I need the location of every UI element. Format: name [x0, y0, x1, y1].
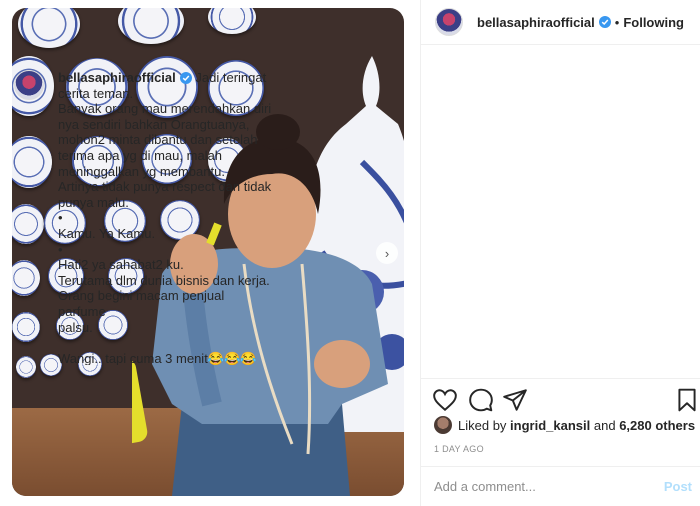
verified-icon — [179, 72, 192, 84]
likes-summary: Liked by ingrid_kansil and 6,280 others — [434, 416, 695, 434]
caption-text-line: nya sendiri bahkan Orangtuanya, — [58, 116, 250, 132]
instagram-post: › bellasaphiraofficial • Following bella… — [0, 0, 700, 506]
caption-text-line: Hati2 ya sahabat2 ku. — [58, 257, 184, 273]
avatar[interactable] — [434, 416, 452, 434]
comment-bar: Post — [420, 466, 700, 506]
comment-icon[interactable] — [468, 387, 494, 413]
caption-username[interactable]: bellasaphiraofficial — [58, 70, 176, 85]
caption-text-line: cerita teman. — [58, 85, 134, 101]
share-icon[interactable] — [502, 387, 528, 413]
header-username[interactable]: bellasaphiraofficial — [477, 15, 595, 30]
caption-text-line: meninggalkan yg membantu. — [58, 163, 225, 179]
caption: bellasaphiraofficial Jadi teringat cerit… — [14, 70, 274, 365]
caption-text-line: Kamu. Ya Kamu. — [58, 225, 156, 241]
caption-avatar[interactable] — [14, 70, 44, 100]
comment-input[interactable] — [434, 479, 664, 494]
action-bar — [420, 378, 700, 420]
caption-text-line: Terutama dlm dunia bisnis dan kerja. — [58, 272, 270, 288]
heart-icon[interactable] — [432, 387, 458, 413]
likes-count[interactable]: 6,280 others — [619, 418, 695, 433]
caption-body: bellasaphiraofficial Jadi teringat cerit… — [58, 70, 274, 365]
chevron-right-icon[interactable]: › — [376, 242, 398, 264]
avatar[interactable] — [435, 8, 463, 36]
caption-text-line: punya malu. — [58, 194, 129, 210]
likes-middle: and — [593, 417, 616, 433]
post-header: bellasaphiraofficial • Following — [421, 0, 700, 45]
caption-text-line: Jadi teringat — [195, 70, 267, 85]
post-timestamp[interactable]: 1 DAY AGO — [434, 444, 484, 454]
caption-text-line: Banyak orang mau merendahkan diri — [58, 101, 272, 117]
caption-text-line: Wangi.. tapi cuma 3 menit😂😂😂 — [58, 350, 257, 365]
caption-text-line — [58, 335, 274, 351]
likes-prefix: Liked by — [458, 417, 507, 433]
caption-text-line: Orang begini macam penjual parfume — [58, 288, 228, 319]
caption-text-line: palsu. — [58, 319, 93, 335]
following-button[interactable]: Following — [623, 15, 684, 30]
bookmark-icon[interactable] — [674, 387, 700, 413]
caption-text-line: • — [58, 210, 63, 226]
separator-dot: • — [614, 14, 620, 30]
post-comment-button[interactable]: Post — [664, 479, 692, 494]
liked-by-user[interactable]: ingrid_kansil — [510, 418, 590, 433]
verified-icon — [598, 16, 611, 28]
caption-text-line: terima apa yg di mau, malah — [58, 147, 223, 163]
caption-text-line: • — [58, 241, 63, 257]
caption-text-line: mohon2 minta dibantu dan setelah — [58, 132, 258, 148]
caption-text-line: Artinya tidak punya respect dan tidak — [58, 179, 272, 195]
